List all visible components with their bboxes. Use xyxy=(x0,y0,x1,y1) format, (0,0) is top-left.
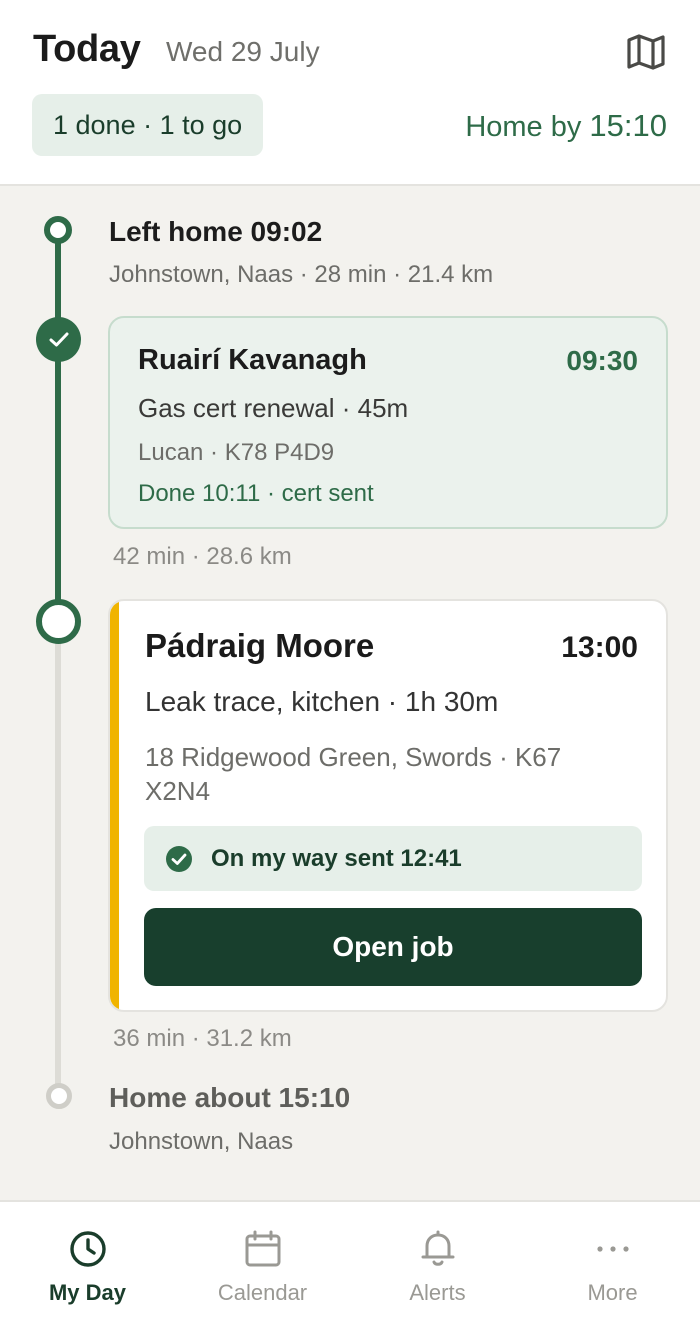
check-circle-icon xyxy=(166,845,192,872)
check-icon xyxy=(49,332,68,346)
calendar-icon xyxy=(245,1230,280,1267)
progress-chip: 1 done · 1 to go xyxy=(32,94,264,156)
header: Today Wed 29 July 1 done · 1 to go Home … xyxy=(0,0,700,186)
tab-alerts[interactable]: Alerts xyxy=(350,1202,525,1322)
bell-icon xyxy=(421,1230,454,1266)
job-address: 18 Ridgewood Green, Swords · K67 X2N4 xyxy=(145,742,562,806)
travel-leg: 36 min · 31.2 km xyxy=(113,1025,292,1052)
tab-label: Alerts xyxy=(409,1280,466,1305)
more-icon xyxy=(596,1246,629,1252)
on-my-way-label: On my way sent 12:41 xyxy=(211,844,462,872)
tab-label: My Day xyxy=(48,1280,127,1305)
travel-leg: 42 min · 28.6 km xyxy=(113,543,292,570)
customer-name: Ruairí Kavanagh xyxy=(138,344,367,376)
home-by-time: 15:10 xyxy=(589,108,667,143)
start-title: Left home 09:02 xyxy=(109,216,323,247)
tab-my-day[interactable]: My Day xyxy=(0,1202,175,1322)
end-subtitle: Johnstown, Naas xyxy=(109,1128,294,1155)
home-by-label: Home by xyxy=(465,111,582,143)
timeline-rail-upcoming xyxy=(55,620,61,1095)
timeline-node-end xyxy=(46,1083,72,1109)
timeline-node-done xyxy=(36,317,81,362)
tab-label: More xyxy=(587,1280,638,1305)
page-title: Today xyxy=(33,28,141,70)
tab-calendar[interactable]: Calendar xyxy=(175,1202,350,1322)
job-address: Lucan · K78 P4D9 xyxy=(138,439,335,466)
on-my-way-status: On my way sent 12:41 xyxy=(144,826,642,891)
start-subtitle: Johnstown, Naas · 28 min · 21.4 km xyxy=(109,261,494,288)
timeline-node-start xyxy=(44,216,72,244)
job-status: Done 10:11 · cert sent xyxy=(138,480,374,507)
map-button[interactable] xyxy=(624,30,668,74)
timeline-node-current xyxy=(36,599,81,644)
job-time: 09:30 xyxy=(566,345,638,376)
job-description: Leak trace, kitchen · 1h 30m xyxy=(145,686,499,717)
tab-label: Calendar xyxy=(217,1280,308,1305)
timeline-rail-completed xyxy=(55,230,61,620)
job-card-done[interactable]: Ruairí Kavanagh 09:30 Gas cert renewal ·… xyxy=(108,316,668,529)
job-description: Gas cert renewal · 45m xyxy=(138,393,409,423)
open-job-button[interactable]: Open job xyxy=(144,908,642,986)
home-by-eta: Home by 15:10 xyxy=(465,108,667,144)
job-card-current[interactable]: Pádraig Moore 13:00 Leak trace, kitchen … xyxy=(108,599,668,1012)
job-time: 13:00 xyxy=(561,631,638,664)
page-date: Wed 29 July xyxy=(166,36,320,67)
customer-name: Pádraig Moore xyxy=(145,627,375,664)
end-title: Home about 15:10 xyxy=(109,1082,351,1113)
current-accent-bar xyxy=(110,601,119,1010)
clock-icon xyxy=(69,1231,106,1267)
map-icon xyxy=(627,34,665,70)
tab-more[interactable]: More xyxy=(525,1202,700,1322)
bottom-tab-bar: My Day Calendar Alerts More xyxy=(0,1200,700,1322)
